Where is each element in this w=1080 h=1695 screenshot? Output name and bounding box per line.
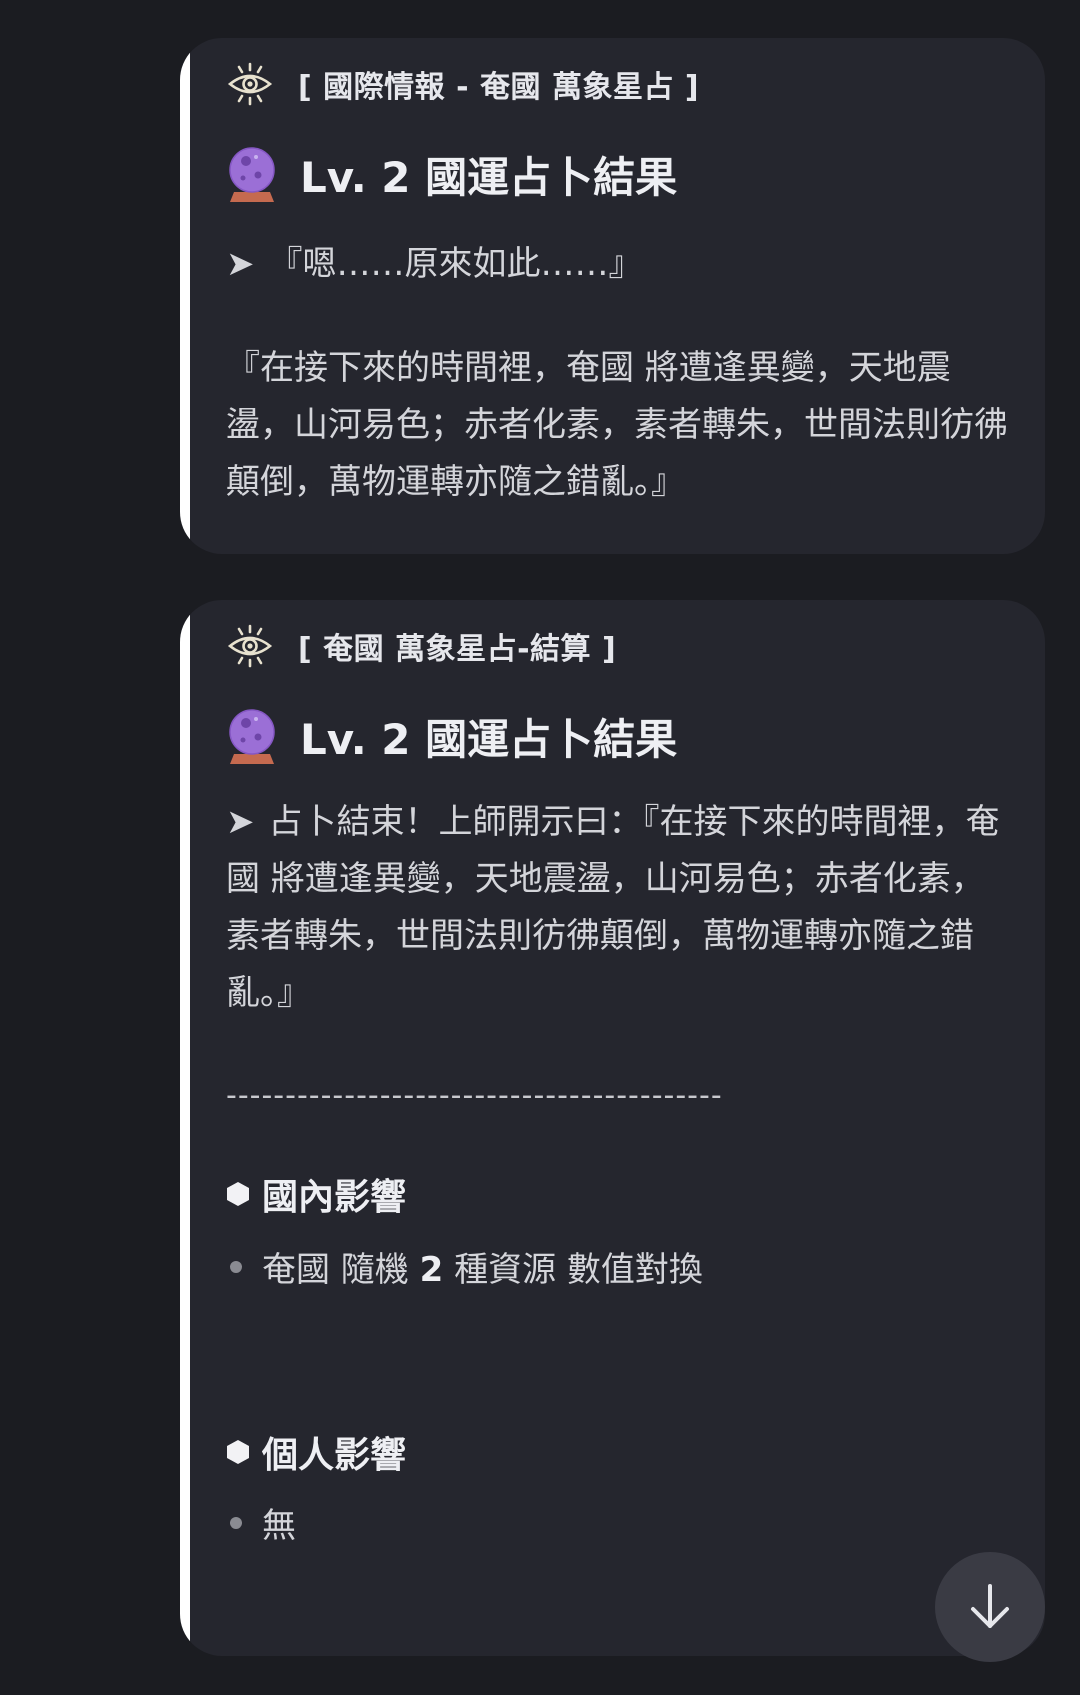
section-heading-domestic: 國內影響 (226, 1168, 406, 1220)
list-item: 無 (226, 1498, 296, 1547)
result-title: Lv. 2 國運占卜結果 (300, 153, 678, 202)
card-header: [ 國際情報 - 奄國 萬象星占 ] (226, 62, 699, 106)
scroll-to-bottom-button[interactable] (935, 1552, 1045, 1662)
section-heading-personal: 個人影響 (226, 1426, 406, 1478)
hexagon-icon (227, 1182, 249, 1206)
card-accent-bar (180, 38, 190, 554)
message-card-intel: [ 國際情報 - 奄國 萬象星占 ] Lv. 2 國運占卜結果 ➤ 『嗯……原來如… (180, 38, 1045, 554)
message-card-settlement: [ 奄國 萬象星占-結算 ] Lv. 2 國運占卜結果 ➤ 占卜結束！上師開示曰：… (180, 600, 1045, 1656)
prophecy-text: 『在接下來的時間裡，奄國 將遭逢異變，天地震盪，山河易色；赤者化素，素者轉朱，世… (226, 348, 1008, 502)
settlement-paragraph: ➤ 占卜結束！上師開示曰：『在接下來的時間裡，奄國 將遭逢異變，天地震盪，山河易色… (226, 794, 1016, 1022)
section-heading-label: 個人影響 (262, 1435, 407, 1476)
result-title: Lv. 2 國運占卜結果 (300, 715, 678, 764)
arrow-down-icon (971, 1584, 1009, 1628)
settlement-text: 占卜結束！上師開示曰：『在接下來的時間裡，奄國 將遭逢異變，天地震盪，山河易色；… (226, 802, 1000, 1013)
list-item-text: 奄國 隨機 2 種資源 數值對換 (262, 1250, 703, 1290)
eye-icon (227, 624, 273, 668)
crystal-ball-icon (229, 146, 275, 202)
hexagon-icon (227, 1440, 249, 1464)
section-heading-label: 國內影響 (262, 1177, 407, 1218)
card-header-label: [ 國際情報 - 奄國 萬象星占 ] (298, 70, 700, 105)
list-item: 奄國 隨機 2 種資源 數值對換 (226, 1242, 703, 1291)
arrow-right-icon: ➤ (226, 802, 255, 842)
card-header: [ 奄國 萬象星占-結算 ] (226, 624, 616, 668)
card-accent-bar (180, 600, 190, 1656)
bullet-dot (230, 1260, 242, 1273)
bullet-dot (230, 1516, 242, 1529)
card-header-label: [ 奄國 萬象星占-結算 ] (298, 632, 617, 667)
eye-icon (227, 62, 273, 106)
arrow-right-icon: ➤ (226, 244, 255, 284)
lead-text: 『嗯……原來如此……』 (268, 244, 643, 284)
result-title-row: Lv. 2 國運占卜結果 (226, 144, 677, 205)
list-item-text: 無 (262, 1506, 296, 1546)
crystal-ball-icon (229, 708, 275, 764)
result-title-row: Lv. 2 國運占卜結果 (226, 706, 677, 767)
divider-line: ----------------------------------------… (226, 1078, 723, 1113)
lead-paragraph: ➤ 『嗯……原來如此……』 (226, 236, 1016, 293)
